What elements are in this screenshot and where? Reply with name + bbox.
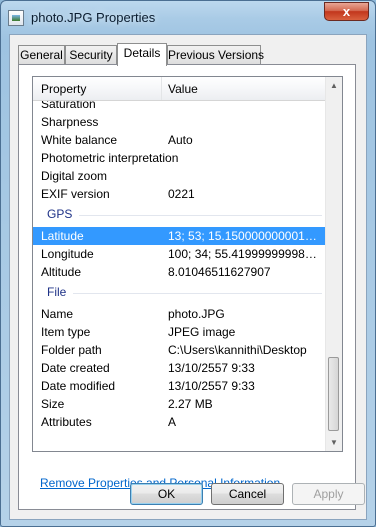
property-value: Auto <box>168 133 193 147</box>
property-name: Name <box>41 307 74 321</box>
list-row-selected[interactable]: Latitude 13; 53; 15.1500000000015... <box>33 227 326 245</box>
property-name: Altitude <box>41 265 82 279</box>
property-name: Sharpness <box>41 115 99 129</box>
property-value: A <box>168 415 177 429</box>
list-row[interactable]: Name photo.JPG <box>33 305 326 323</box>
property-value: 100; 34; 55.419999999983... <box>168 247 318 261</box>
property-value: JPEG image <box>168 325 236 339</box>
group-divider <box>73 293 322 294</box>
property-value: 0221 <box>168 187 195 201</box>
tab-previous-versions[interactable]: Previous Versions <box>167 45 264 64</box>
details-panel: Property Value Saturation Sharpness Whit… <box>18 64 356 510</box>
scroll-down-arrow-icon[interactable]: ▼ <box>326 434 342 451</box>
property-value: 2.27 MB <box>168 397 213 411</box>
scrollbar-thumb[interactable] <box>328 357 339 431</box>
list-row[interactable]: Date modified 13/10/2557 9:33 <box>33 377 326 395</box>
property-name: Latitude <box>41 229 84 243</box>
list-row[interactable]: Photometric interpretation <box>33 149 326 167</box>
apply-button[interactable]: Apply <box>292 483 365 505</box>
window-title: photo.JPG Properties <box>31 10 156 25</box>
property-value: 13/10/2557 9:33 <box>168 361 255 375</box>
column-header-property[interactable]: Property <box>41 82 86 96</box>
property-name: Photometric interpretation <box>41 151 179 165</box>
property-name: White balance <box>41 133 118 147</box>
property-value: photo.JPG <box>168 307 225 321</box>
property-name: Item type <box>41 325 91 339</box>
group-header-file: File <box>33 283 326 303</box>
details-list[interactable]: Property Value Saturation Sharpness Whit… <box>32 76 343 452</box>
group-header-gps: GPS <box>33 205 326 225</box>
scroll-up-arrow-icon[interactable]: ▲ <box>326 77 342 94</box>
list-row[interactable]: Digital zoom <box>33 167 326 185</box>
property-value: 8.01046511627907 <box>168 265 271 279</box>
list-row[interactable]: Size 2.27 MB <box>33 395 326 413</box>
cancel-button[interactable]: Cancel <box>211 483 284 505</box>
property-name: Saturation <box>41 101 96 111</box>
property-name: EXIF version <box>41 187 110 201</box>
list-row[interactable]: Saturation <box>33 101 326 113</box>
list-row[interactable]: Date created 13/10/2557 9:33 <box>33 359 326 377</box>
property-name: Attributes <box>41 415 92 429</box>
property-name: Folder path <box>41 343 102 357</box>
list-row[interactable]: Item type JPEG image <box>33 323 326 341</box>
dialog-client-area: General Security Details Previous Versio… <box>9 34 367 520</box>
close-button[interactable]: x <box>324 2 369 21</box>
properties-window: photo.JPG Properties x General Security … <box>0 0 376 527</box>
property-name: Size <box>41 397 65 411</box>
vertical-scrollbar[interactable]: ▲ ▼ <box>325 77 342 451</box>
list-row[interactable]: Sharpness <box>33 113 326 131</box>
property-value: 13; 53; 15.1500000000015... <box>168 229 318 243</box>
column-header-value[interactable]: Value <box>168 82 198 96</box>
list-body: Saturation Sharpness White balance Auto … <box>33 101 326 451</box>
tab-details[interactable]: Details <box>117 43 167 66</box>
tab-security[interactable]: Security <box>65 45 117 64</box>
title-bar[interactable]: photo.JPG Properties x <box>1 1 375 34</box>
property-value: 13/10/2557 9:33 <box>168 379 255 393</box>
list-row[interactable]: Attributes A <box>33 413 326 431</box>
group-label: GPS <box>47 207 73 221</box>
list-row[interactable]: Longitude 100; 34; 55.419999999983... <box>33 245 326 263</box>
group-label: File <box>47 285 67 299</box>
tab-general[interactable]: General <box>18 45 65 64</box>
list-row[interactable]: White balance Auto <box>33 131 326 149</box>
list-row[interactable]: EXIF version 0221 <box>33 185 326 203</box>
list-header: Property Value <box>33 77 326 101</box>
property-name: Date modified <box>41 379 116 393</box>
property-name: Digital zoom <box>41 169 108 183</box>
list-row[interactable]: Folder path C:\Users\kannithi\Desktop <box>33 341 326 359</box>
column-divider[interactable] <box>161 77 162 100</box>
ok-button[interactable]: OK <box>130 483 203 505</box>
property-name: Longitude <box>41 247 94 261</box>
image-file-icon <box>8 10 24 26</box>
property-name: Date created <box>41 361 110 375</box>
list-row[interactable]: Altitude 8.01046511627907 <box>33 263 326 281</box>
group-divider <box>79 215 322 216</box>
property-value: C:\Users\kannithi\Desktop <box>168 343 307 357</box>
